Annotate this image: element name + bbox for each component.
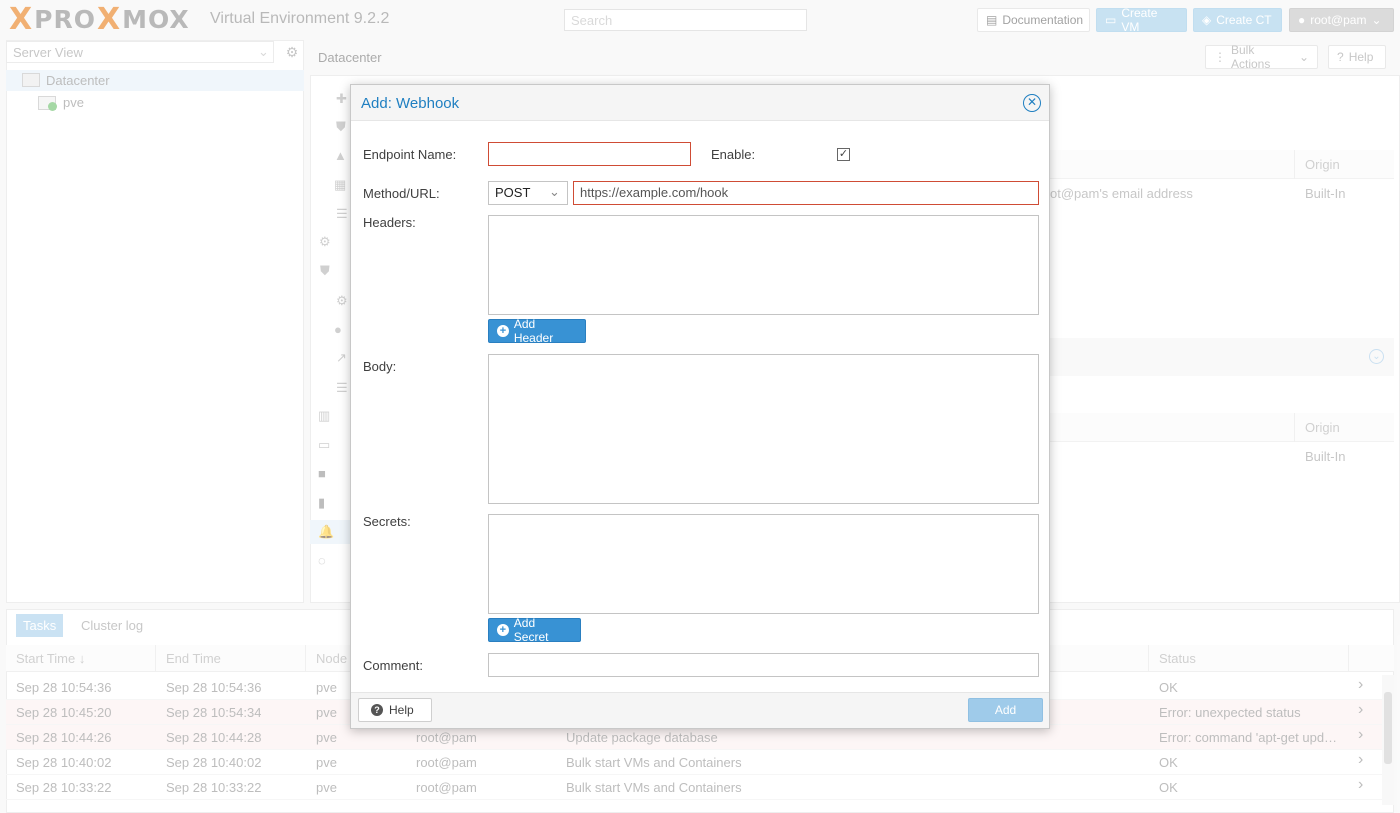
add-secret-button[interactable]: + Add Secret	[488, 616, 581, 644]
dialog-title-bar: Add: Webhook	[351, 85, 1049, 121]
endpoint-name-input[interactable]	[488, 142, 691, 166]
add-button[interactable]: Add	[968, 698, 1043, 722]
add-header-button[interactable]: + Add Header	[488, 317, 586, 345]
secrets-label: Secrets:	[363, 514, 411, 529]
enable-checkbox[interactable]: ✓	[837, 148, 850, 161]
plus-circle-icon: +	[497, 624, 509, 636]
close-icon[interactable]: ✕	[1023, 94, 1041, 112]
chevron-down-icon: ⌄	[549, 184, 560, 199]
method-url-label: Method/URL:	[363, 186, 440, 201]
body-textarea[interactable]	[488, 354, 1039, 504]
url-input[interactable]: https://example.com/hook	[573, 181, 1039, 205]
endpoint-name-label: Endpoint Name:	[363, 147, 457, 162]
plus-circle-icon: +	[497, 325, 509, 337]
add-webhook-dialog: Add: Webhook ✕ Endpoint Name: Enable: ✓ …	[350, 84, 1050, 729]
comment-label: Comment:	[363, 658, 423, 673]
help-icon: ?	[371, 704, 383, 716]
headers-list[interactable]	[488, 215, 1039, 315]
dialog-footer	[351, 692, 1049, 728]
enable-label: Enable:	[711, 147, 756, 162]
comment-input[interactable]	[488, 653, 1039, 677]
secrets-list[interactable]	[488, 514, 1039, 614]
help-button[interactable]: ? Help	[358, 698, 432, 722]
body-label: Body:	[363, 359, 397, 374]
headers-label: Headers:	[363, 215, 416, 230]
dialog-title: Add: Webhook	[361, 95, 460, 112]
